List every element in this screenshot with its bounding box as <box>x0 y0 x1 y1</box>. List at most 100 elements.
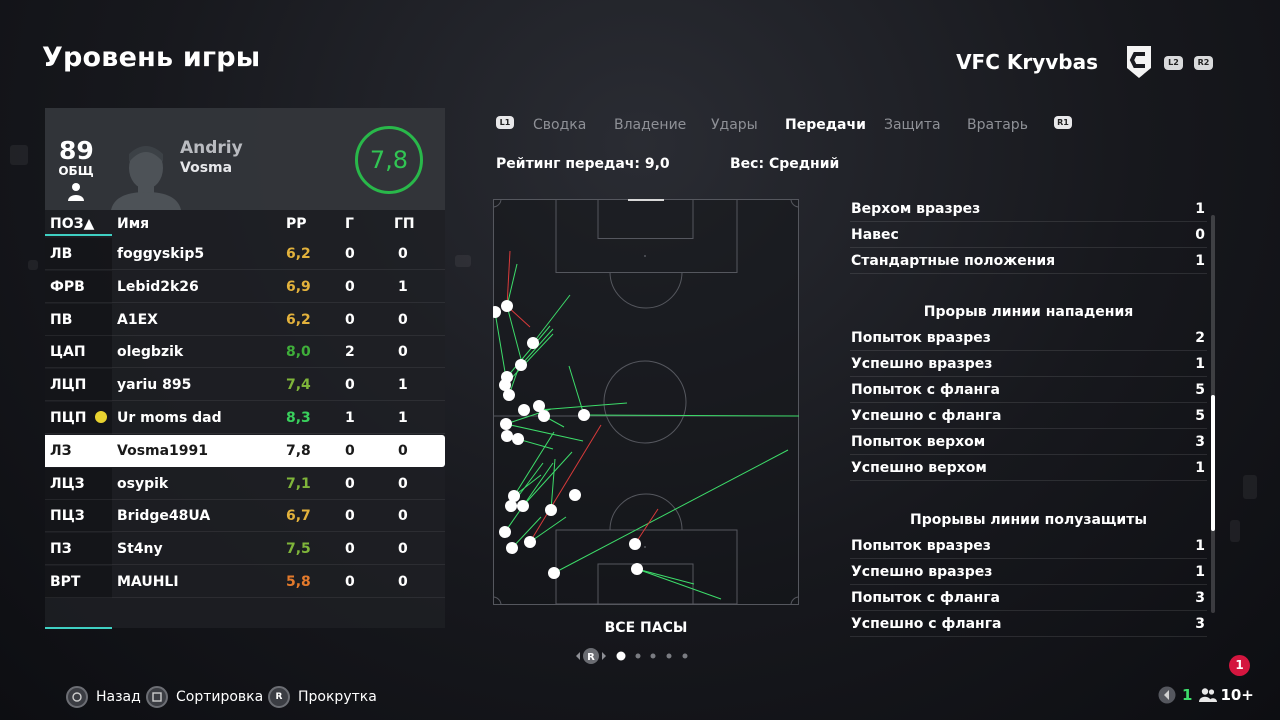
stat-section-title: Прорывы линии полузащиты <box>910 512 1147 528</box>
player-assists: 1 <box>398 410 408 426</box>
table-row[interactable]: ПЗ St4ny 7,5 0 0 <box>45 533 445 566</box>
overall-label: ОБЩ <box>58 164 94 178</box>
tab-summary[interactable]: Сводка <box>533 117 586 133</box>
player-rating: 8,0 <box>286 344 311 361</box>
stat-divider <box>850 480 1207 481</box>
player-position: ПВ <box>50 311 73 328</box>
player-assists: 0 <box>398 475 408 492</box>
overall-value: 89 <box>59 136 94 165</box>
table-row[interactable]: ЛЗ Vosma1991 7,8 0 0 <box>45 434 445 467</box>
stat-value: 3 <box>1195 616 1205 632</box>
pass-map-pager[interactable]: R <box>571 646 701 666</box>
sort-control[interactable]: Сортировка <box>146 686 263 708</box>
pos-column-header[interactable]: ПОЗ▲ <box>50 216 94 232</box>
table-row[interactable]: ПЦЗ Bridge48UA 6,7 0 0 <box>45 500 445 533</box>
pass-map-caption: ВСЕ ПАСЫ <box>604 620 688 636</box>
pass-rating: Рейтинг передач: 9,0 <box>496 156 670 172</box>
page-title: Уровень игры <box>42 42 261 73</box>
stat-row: Верхом вразрез 1 <box>850 196 1207 222</box>
stat-label: Успешно с фланга <box>851 408 1002 424</box>
l2-button-icon[interactable]: L2 <box>1164 56 1183 70</box>
player-avatar <box>111 146 181 210</box>
stat-row: Попыток с фланга 5 <box>850 377 1207 403</box>
stat-label: Стандартные положения <box>851 253 1056 269</box>
back-control[interactable]: Назад <box>66 686 141 708</box>
sort-indicator <box>45 234 112 236</box>
background-light <box>1243 475 1257 499</box>
table-row[interactable]: ЛЦЗ osypik 7,1 0 0 <box>45 467 445 500</box>
stat-divider <box>850 273 1207 274</box>
stat-label: Успешно вразрез <box>851 356 993 372</box>
player-assists: 0 <box>398 442 408 459</box>
stats-scrollbar-thumb[interactable] <box>1211 395 1215 531</box>
stat-row: Успешно верхом 1 <box>850 455 1207 481</box>
background-light <box>455 255 471 267</box>
player-name: Lebid2k26 <box>117 278 199 295</box>
player-name: yariu 895 <box>117 377 192 394</box>
player-position: ПЦП <box>50 410 87 426</box>
player-position: ПЗ <box>50 541 72 558</box>
table-row[interactable]: ЛВ foggyskip5 6,2 0 0 <box>45 238 445 270</box>
background-light <box>1230 520 1240 542</box>
pager-key-label: R <box>587 652 595 663</box>
tab-goalkeeper[interactable]: Вратарь <box>967 117 1028 133</box>
player-position: ЛЦП <box>50 377 87 394</box>
l1-button-icon[interactable]: L1 <box>496 116 514 129</box>
player-assists: 0 <box>398 541 408 558</box>
player-name: Ur moms dad <box>117 410 222 426</box>
player-goals: 0 <box>345 508 355 525</box>
table-row[interactable]: ПЦП Ur moms dad 8,3 1 1 <box>45 402 445 434</box>
table-row[interactable]: ЦАП olegbzik 8,0 2 0 <box>45 336 445 369</box>
player-rating: 8,3 <box>286 410 311 426</box>
player-position: ПЦЗ <box>50 508 85 525</box>
stat-label: Успешно верхом <box>851 460 987 476</box>
speaker-icon <box>1158 686 1176 704</box>
player-goals: 0 <box>345 246 355 262</box>
stat-row: Успешно вразрез 1 <box>850 351 1207 377</box>
circle-button-icon <box>66 686 88 708</box>
scroll-control[interactable]: R Прокрутка <box>268 686 377 708</box>
stat-value: 1 <box>1195 253 1205 269</box>
row-divider <box>45 597 445 598</box>
r2-button-icon[interactable]: R2 <box>1194 56 1213 70</box>
tab-shots[interactable]: Удары <box>711 117 758 133</box>
stat-row: Успешно вразрез 1 <box>850 559 1207 585</box>
lobby-status[interactable]: 1 10+ <box>1158 686 1254 704</box>
player-card-header: 89 ОБЩ Andriy Vosma 7,8 <box>45 108 445 210</box>
player-assists: 0 <box>398 344 408 361</box>
tab-defending[interactable]: Защита <box>884 117 941 133</box>
person-icon <box>68 183 84 201</box>
stat-row: Попыток с фланга 3 <box>850 585 1207 611</box>
stat-value: 5 <box>1195 408 1205 424</box>
player-assists: 0 <box>398 508 408 525</box>
player-first-name: Andriy <box>180 138 243 158</box>
player-name: olegbzik <box>117 344 184 361</box>
assists-column-header[interactable]: ГП <box>394 216 415 232</box>
tab-possession[interactable]: Владение <box>614 117 686 133</box>
stat-row: Попыток вразрез 2 <box>850 325 1207 351</box>
stat-value: 1 <box>1195 201 1205 217</box>
stat-value: 1 <box>1195 538 1205 554</box>
table-row[interactable]: ВРТ MAUHLI 5,8 0 0 <box>45 566 445 598</box>
stat-value: 1 <box>1195 460 1205 476</box>
name-column-header[interactable]: Имя <box>117 216 149 232</box>
player-name: A1EX <box>117 311 158 328</box>
player-assists: 0 <box>398 311 408 328</box>
background-light <box>28 260 38 270</box>
rating-column-header[interactable]: РР <box>286 216 307 232</box>
tab-passing[interactable]: Передачи <box>785 117 866 133</box>
player-assists: 1 <box>398 377 408 394</box>
stat-row: Успешно с фланга 5 <box>850 403 1207 429</box>
r1-button-icon[interactable]: R1 <box>1054 116 1072 129</box>
table-row[interactable]: ФРВ Lebid2k26 6,9 0 1 <box>45 270 445 303</box>
stat-label: Навес <box>851 227 899 243</box>
notification-badge[interactable]: 1 <box>1229 655 1250 676</box>
player-position: ЛВ <box>50 246 73 262</box>
table-row[interactable]: ПВ A1EX 6,2 0 0 <box>45 303 445 336</box>
table-row[interactable]: ЛЦП yariu 895 7,4 0 1 <box>45 369 445 402</box>
stat-row: Стандартные положения 1 <box>850 248 1207 274</box>
club-name: VFC Kryvbas <box>956 50 1098 74</box>
pass-map-pitch <box>493 199 799 605</box>
goals-column-header[interactable]: Г <box>345 216 354 232</box>
back-label: Назад <box>96 689 141 705</box>
